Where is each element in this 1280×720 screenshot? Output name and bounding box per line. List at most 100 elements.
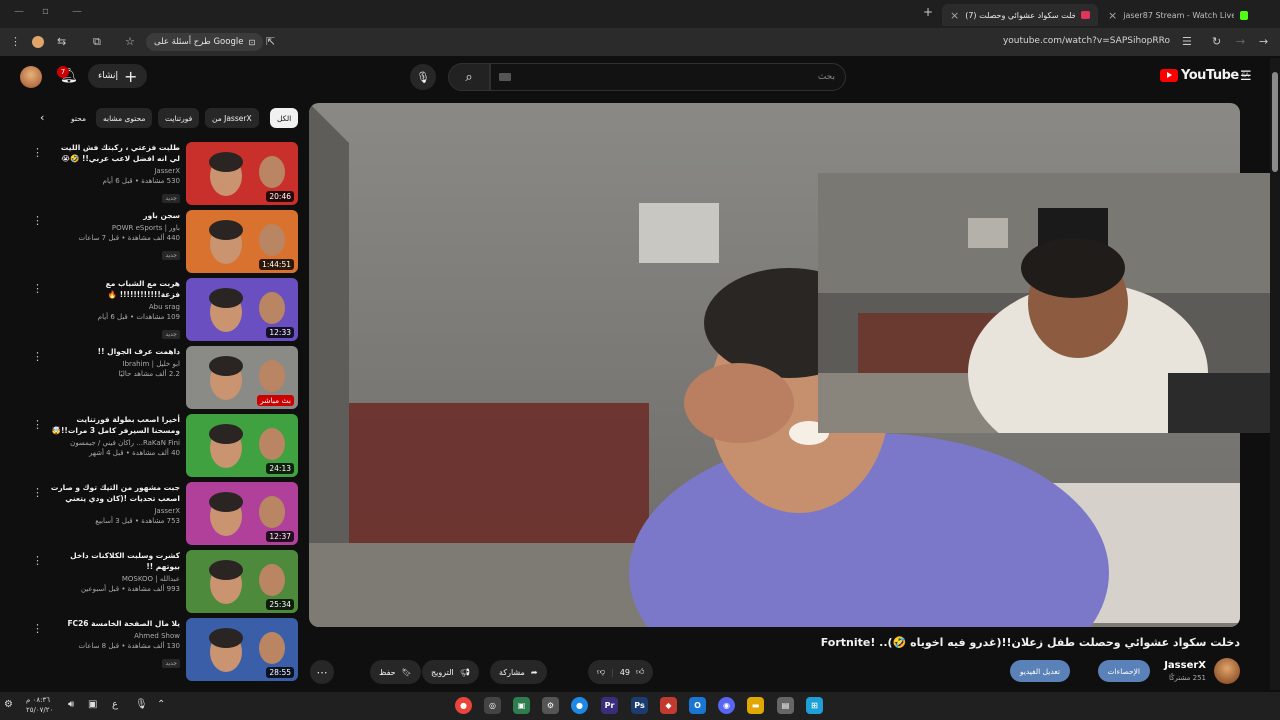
close-tab-icon[interactable]: × (950, 9, 959, 22)
photoshop-app-icon[interactable]: Ps (631, 697, 648, 714)
site-info-icon[interactable]: ☰ (1182, 35, 1192, 48)
guide-menu-icon[interactable]: ☰ (1240, 69, 1252, 84)
kebab-menu-icon[interactable]: ⋮ (32, 622, 43, 635)
network-icon[interactable]: ▣ (88, 699, 97, 710)
recommendation-title[interactable]: داهمت عرف الجوال !! (50, 346, 180, 357)
share-button[interactable]: مشاركة ➦ (490, 660, 547, 684)
dislike-icon[interactable]: 👎︎ (597, 667, 605, 677)
tab-youtube-video[interactable]: × (7) دخلت سكواد عشوائي وحصلت (942, 4, 1098, 26)
recommendation-thumbnail[interactable]: 28:55 (186, 618, 298, 681)
ask-google-pill[interactable]: طرح أسئلة على Google ⊡ (146, 33, 264, 51)
kebab-menu-icon[interactable]: ⋮ (32, 146, 43, 159)
edit-video-button[interactable]: تعديل الفيديو (1009, 660, 1070, 682)
outlook-app-icon[interactable]: O (689, 697, 706, 714)
recommendation-thumbnail[interactable]: 24:13 (186, 414, 298, 477)
chip-all[interactable]: الكل (270, 108, 299, 128)
settings-gear-icon[interactable]: ⚙︎ (4, 699, 13, 710)
kebab-menu-icon[interactable]: ⋮ (32, 282, 43, 295)
store-app-icon[interactable]: ▤ (777, 697, 794, 714)
restore-icon[interactable]: ▫ (42, 6, 49, 17)
extensions-icon[interactable]: ⧉ (93, 35, 101, 49)
recommendation-thumbnail[interactable]: 1:44:51 (186, 210, 298, 273)
discord-app-icon[interactable]: ◉ (718, 697, 735, 714)
recommendation-item[interactable]: ⋮ أخيرا اصعب بطولة فورتنايت ومسحنا السيرف… (20, 414, 300, 478)
youtube-logo[interactable]: YouTube SA (1160, 68, 1249, 83)
recommendation-channel[interactable]: JasserX (50, 167, 180, 175)
channel-name[interactable]: JasserX (1164, 660, 1206, 671)
recommendation-title[interactable]: سجن باور (50, 210, 180, 221)
chevron-up-icon[interactable]: ⌃ (157, 699, 165, 710)
premiere-app-icon[interactable]: Pr (601, 697, 618, 714)
search-input[interactable]: بحث (490, 63, 846, 91)
mic-tray-icon[interactable]: 🎙︎ (135, 699, 148, 710)
recommendation-channel[interactable]: RaKaN Fini... راكان فيني / جيمسون (50, 439, 180, 447)
recommendation-item[interactable]: ⋮ طلبت فزعتي ، ركبتك فش الليت لي انه افضل… (20, 142, 300, 206)
mic-icon[interactable]: 🎙︎ (410, 64, 436, 90)
recommendation-channel[interactable]: Ahmed Show (50, 632, 180, 640)
recommendation-channel[interactable]: باور | POWR eSports (50, 224, 180, 232)
start-menu-icon[interactable]: ⊞ (806, 697, 823, 714)
account-avatar[interactable] (20, 66, 42, 88)
promote-button[interactable]: الترويج 📢︎ (422, 660, 479, 684)
recommendation-thumbnail[interactable]: 25:34 (186, 550, 298, 613)
close-window-icon[interactable]: — (72, 6, 82, 17)
channel-avatar[interactable] (1214, 658, 1240, 684)
kebab-menu-icon[interactable]: ⋮ (32, 486, 43, 499)
recommendation-item[interactable]: ⋮ سجن باور باور | POWR eSports 440 ألف مشاه… (20, 210, 300, 274)
save-button[interactable]: حفظ 🔖︎ (370, 660, 421, 684)
like-dislike-button[interactable]: 👎︎ | 49 👍︎ (588, 660, 654, 684)
recommendation-title[interactable]: جبت مشهور من التيك توك و صارت اصعب تحديا… (50, 482, 180, 504)
taskbar-clock[interactable]: ٠٨:٣٦ م ٢٥/٠٧/٢٠ (26, 695, 53, 715)
like-icon[interactable]: 👍︎ (636, 667, 644, 677)
chip-fortnite[interactable]: فورتنايت (158, 108, 200, 128)
editor-app-icon[interactable]: ▣ (513, 697, 530, 714)
file-explorer-icon[interactable]: ▬ (747, 697, 764, 714)
recommendation-title[interactable]: هربت مع الشباب مع فزعة!!!!!!!!!!!! 🔥 (50, 278, 180, 300)
address-bar[interactable]: youtube.com/watch?v=SAPSihopRRo (1003, 36, 1170, 46)
translate-icon[interactable]: ⇆ (57, 35, 66, 48)
bookmark-star-icon[interactable]: ☆ (125, 35, 135, 48)
chip-from-channel[interactable]: من JasserX (205, 108, 259, 128)
recommendation-item[interactable]: ⋮ داهمت عرف الجوال !! ابو خليل | Ibrahim 2.… (20, 346, 300, 410)
chrome-alt-app-icon[interactable]: ● (571, 697, 588, 714)
create-button[interactable]: إنشاء + (88, 64, 148, 88)
kebab-menu-icon[interactable]: ⋮ (10, 35, 21, 48)
recommendation-thumbnail[interactable]: بث مباشر (186, 346, 298, 409)
kebab-menu-icon[interactable]: ⋮ (32, 554, 43, 567)
kebab-menu-icon[interactable]: ⋮ (32, 214, 43, 227)
kebab-menu-icon[interactable]: ⋮ (32, 350, 43, 363)
back-icon[interactable]: → (1259, 35, 1268, 48)
recommendation-item[interactable]: ⋮ يلا مال الصفحة الخامسة FC26 Ahmed Show 13… (20, 618, 300, 682)
recommendation-title[interactable]: طلبت فزعتي ، ركبتك فش الليت لي انه افضل … (50, 142, 180, 164)
recommendation-thumbnail[interactable]: 12:33 (186, 278, 298, 341)
recommendation-channel[interactable]: ابو خليل | Ibrahim (50, 360, 181, 368)
recommendation-channel[interactable]: Abu srag (50, 303, 180, 311)
analytics-button[interactable]: الإحصاءات (1097, 660, 1150, 682)
recommendation-item[interactable]: ⋮ جبت مشهور من التيك توك و صارت اصعب تحدي… (20, 482, 300, 546)
recommendation-title[interactable]: أخيرا اصعب بطولة فورتنايت ومسحنا السيرفر… (50, 414, 180, 436)
recommendation-title[interactable]: يلا مال الصفحة الخامسة FC26 (50, 618, 180, 629)
recommendation-item[interactable]: ⋮ كشرت وسلبت الكلاكنات داخل بيوتهم !! عبدا… (20, 550, 300, 614)
settings-app-icon[interactable]: ⚙ (542, 697, 559, 714)
language-icon[interactable]: ع (112, 699, 118, 710)
recommendation-title[interactable]: كشرت وسلبت الكلاكنات داخل بيوتهم !! (50, 550, 180, 572)
recommendation-channel[interactable]: عبدالله | MOSKOO (50, 575, 180, 583)
chip-related[interactable]: محتوى مشابه (96, 108, 153, 128)
new-tab-icon[interactable]: + (923, 5, 933, 19)
chip-more[interactable]: محتو (64, 108, 93, 128)
kebab-menu-icon[interactable]: ⋮ (32, 418, 43, 431)
recommendation-thumbnail[interactable]: 20:46 (186, 142, 298, 205)
search-button[interactable]: ⌕ (448, 63, 490, 91)
chrome-app-icon[interactable]: ● (455, 697, 472, 714)
recommendation-thumbnail[interactable]: 12:37 (186, 482, 298, 545)
recommendation-channel[interactable]: JasserX (50, 507, 180, 515)
volume-icon[interactable]: 🔊︎ (68, 699, 74, 710)
more-actions-icon[interactable]: ⋯ (310, 660, 334, 684)
close-tab-icon[interactable]: × (1108, 9, 1117, 22)
minimize-icon[interactable]: — (14, 6, 24, 17)
chevron-left-icon[interactable]: ‹ (40, 111, 44, 124)
reload-icon[interactable]: ↻ (1212, 35, 1221, 48)
tab-stream[interactable]: × jaser87 Stream - Watch Live on (1100, 4, 1256, 26)
keyboard-icon[interactable] (499, 73, 511, 81)
media-app-icon[interactable]: ◆ (660, 697, 677, 714)
